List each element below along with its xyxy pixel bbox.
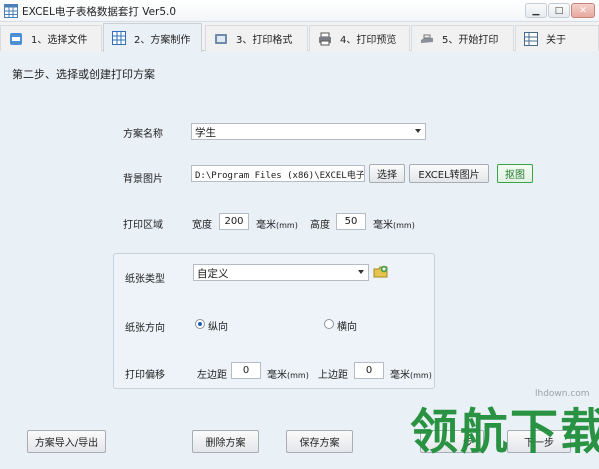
background-image-label: 背景图片 (123, 174, 163, 185)
landscape-radio[interactable] (324, 319, 334, 329)
tab-label: 1、选择文件 (31, 35, 88, 46)
excel-to-image-button[interactable]: EXCEL转图片 (409, 164, 489, 183)
landscape-label: 横向 (337, 322, 357, 333)
folder-add-icon[interactable] (373, 264, 389, 280)
tab-label: 关于 (546, 35, 566, 46)
printer-icon (421, 34, 433, 43)
paper-type-value: 自定义 (197, 268, 229, 280)
width-input[interactable]: 200 (219, 213, 249, 230)
grid-table-icon (112, 31, 126, 45)
minimize-button[interactable]: ▁ (525, 3, 547, 18)
printer-preview-icon (319, 32, 331, 45)
tab-label: 2、方案制作 (134, 34, 191, 46)
app-grid-icon (4, 4, 18, 18)
left-margin-label: 左边距 (197, 370, 227, 381)
left-margin-unit: 毫米(mm) (267, 370, 309, 381)
tab-about[interactable]: 关于 (515, 25, 599, 51)
import-export-button[interactable]: 方案导入/导出 (27, 430, 106, 453)
width-label: 宽度 (192, 220, 212, 231)
close-button[interactable]: ✕ (571, 3, 595, 18)
print-format-icon (215, 33, 227, 44)
scheme-name-value: 学生 (195, 127, 216, 139)
maximize-button[interactable]: □ (548, 3, 570, 18)
height-label: 高度 (310, 220, 330, 231)
chevron-down-icon (415, 129, 421, 133)
step-title: 第二步、选择或创建打印方案 (12, 68, 155, 81)
width-unit: 毫米(mm) (256, 220, 298, 231)
maximize-icon: □ (554, 5, 564, 16)
paper-orientation-label: 纸张方向 (125, 323, 165, 334)
tab-print-preview[interactable]: 4、打印预览 (309, 25, 410, 51)
about-grid-icon (524, 31, 538, 46)
paper-type-combo[interactable]: 自定义 (193, 264, 369, 281)
tab-scheme[interactable]: 2、方案制作 (103, 23, 202, 52)
title-bar: EXCEL电子表格数据套打 Ver5.0 ▁ □ ✕ (0, 0, 599, 22)
height-input[interactable]: 50 (336, 213, 366, 230)
tab-print-format[interactable]: 3、打印格式 (205, 25, 308, 51)
paper-type-label: 纸张类型 (125, 274, 165, 285)
scheme-name-combo[interactable]: 学生 (191, 123, 426, 140)
close-icon: ✕ (579, 5, 587, 16)
watermark-site: lhdown.com (535, 389, 590, 399)
tab-select-file[interactable]: 1、选择文件 (0, 25, 102, 51)
watermark-logo: 领航下载 (410, 404, 599, 460)
left-margin-input[interactable]: 0 (231, 362, 261, 379)
minimize-icon: ▁ (532, 5, 540, 16)
step-tabs: 1、选择文件 2、方案制作 3、打印格式 4、打印预览 5、开始打印 关于 (0, 22, 599, 52)
file-select-icon (10, 32, 22, 45)
app-window: EXCEL电子表格数据套打 Ver5.0 ▁ □ ✕ 1、选择文件 2、方案制作… (0, 0, 599, 469)
background-path-input[interactable]: D:\Program Files (x86)\EXCEL电子表格 (191, 165, 365, 182)
tab-label: 3、打印格式 (236, 35, 293, 46)
cut-image-button[interactable]: 抠图 (497, 164, 533, 183)
tab-start-print[interactable]: 5、开始打印 (411, 25, 514, 51)
portrait-radio[interactable] (195, 319, 205, 329)
print-area-label: 打印区域 (123, 220, 163, 231)
height-unit: 毫米(mm) (373, 220, 415, 231)
print-offset-label: 打印偏移 (125, 370, 165, 381)
tab-label: 4、打印预览 (340, 35, 397, 46)
chevron-down-icon (358, 270, 364, 274)
window-title: EXCEL电子表格数据套打 Ver5.0 (22, 6, 177, 18)
save-scheme-button[interactable]: 保存方案 (286, 430, 353, 453)
portrait-label: 纵向 (208, 322, 228, 333)
select-image-button[interactable]: 选择 (369, 164, 405, 183)
tab-label: 5、开始打印 (442, 35, 499, 46)
delete-scheme-button[interactable]: 删除方案 (192, 430, 259, 453)
scheme-name-label: 方案名称 (123, 129, 163, 140)
top-margin-input[interactable]: 0 (354, 362, 384, 379)
top-margin-unit: 毫米(mm) (390, 370, 432, 381)
top-margin-label: 上边距 (318, 370, 348, 381)
